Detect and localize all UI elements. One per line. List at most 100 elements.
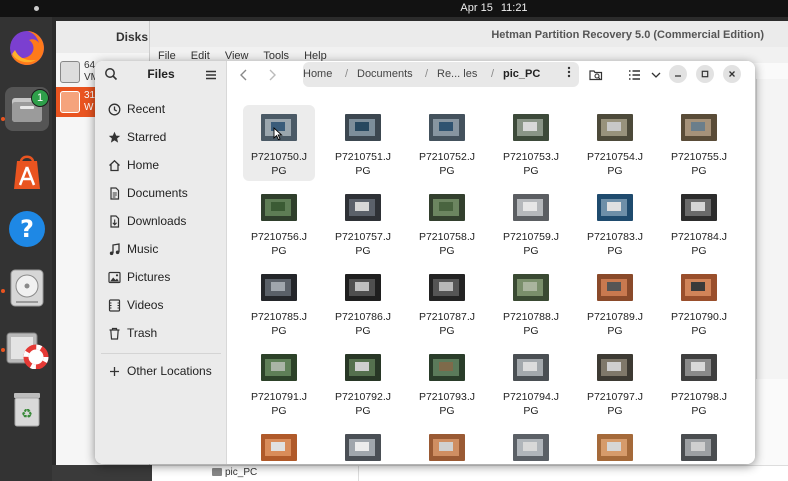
file-name: P7210794.J PG: [495, 390, 567, 418]
file-item[interactable]: [495, 425, 567, 464]
path-home[interactable]: Home: [303, 68, 332, 80]
file-item[interactable]: P7210789.J PG: [579, 265, 651, 341]
file-item[interactable]: P7210754.J PG: [579, 105, 651, 181]
file-name-line: PG: [439, 325, 455, 337]
file-item[interactable]: P7210792.J PG: [327, 345, 399, 421]
file-name-line: P7210754.J: [586, 151, 644, 163]
music-icon: [109, 242, 120, 255]
main-menu-button[interactable]: [205, 68, 217, 86]
dock-firefox[interactable]: [5, 26, 49, 70]
file-item[interactable]: P7210791.J PG: [243, 345, 315, 421]
path-menu-button[interactable]: [567, 66, 571, 81]
forward-button[interactable]: [263, 66, 281, 84]
image-thumbnail: [429, 114, 465, 141]
sidebar-item-recent[interactable]: Recent: [107, 99, 223, 119]
thumbnail-detail: [523, 442, 537, 451]
file-item[interactable]: P7210756.J PG: [243, 185, 315, 261]
file-item[interactable]: P7210783.J PG: [579, 185, 651, 261]
path-current-pic-pc[interactable]: pic_PC: [503, 68, 540, 80]
thumbnail-detail: [355, 362, 369, 371]
file-name: P7210751.J PG: [327, 150, 399, 178]
image-thumbnail: [429, 194, 465, 221]
sidebar-item-downloads[interactable]: Downloads: [107, 211, 223, 231]
sidebar-item-pictures[interactable]: Pictures: [107, 267, 223, 287]
image-thumbnail: [513, 354, 549, 381]
dock-help[interactable]: ?: [5, 207, 49, 251]
sidebar-item-music[interactable]: Music: [107, 239, 223, 259]
sidebar-item-starred[interactable]: Starred: [107, 127, 223, 147]
file-item[interactable]: P7210752.J PG: [411, 105, 483, 181]
file-item[interactable]: P7210785.J PG: [243, 265, 315, 341]
file-item[interactable]: P7210790.J PG: [663, 265, 735, 341]
file-item[interactable]: P7210784.J PG: [663, 185, 735, 261]
file-item[interactable]: P7210794.J PG: [495, 345, 567, 421]
file-item[interactable]: [579, 425, 651, 464]
clock[interactable]: Apr 15 11:21: [0, 2, 788, 14]
file-item[interactable]: P7210750.J PG: [243, 105, 315, 181]
file-name: P7210784.J PG: [663, 230, 735, 258]
view-options-button[interactable]: [647, 66, 665, 84]
view-list-button[interactable]: [625, 66, 643, 84]
file-name-line: PG: [607, 405, 623, 417]
image-thumbnail: [429, 434, 465, 461]
sidebar-item-videos[interactable]: Videos: [107, 295, 223, 315]
file-item[interactable]: [411, 425, 483, 464]
file-item[interactable]: P7210759.J PG: [495, 185, 567, 261]
file-name: P7210797.J PG: [579, 390, 651, 418]
search-folder-button[interactable]: [587, 66, 605, 84]
dock-hetman-recovery[interactable]: [5, 327, 49, 371]
sidebar-item-trash[interactable]: Trash: [107, 323, 223, 343]
path-recovered-files[interactable]: Re... les: [437, 68, 477, 80]
back-button[interactable]: [235, 66, 253, 84]
file-item[interactable]: P7210758.J PG: [411, 185, 483, 261]
file-name-line: PG: [439, 165, 455, 177]
usb-drive-icon: [60, 91, 80, 113]
plus-icon: [109, 366, 119, 376]
file-item[interactable]: P7210788.J PG: [495, 265, 567, 341]
sidebar-item-other-locations[interactable]: Other Locations: [107, 361, 223, 381]
file-item[interactable]: [663, 425, 735, 464]
dock-trash[interactable]: ♻: [5, 387, 49, 431]
dock-app-center[interactable]: [5, 150, 49, 194]
image-thumbnail: [261, 194, 297, 221]
file-item[interactable]: P7210751.J PG: [327, 105, 399, 181]
sidebar-item-home[interactable]: Home: [107, 155, 223, 175]
close-button[interactable]: [723, 65, 741, 83]
sidebar-item-label: Trash: [127, 326, 158, 340]
dock-disks[interactable]: [5, 266, 49, 310]
file-item[interactable]: P7210753.J PG: [495, 105, 567, 181]
file-name: P7210756.J PG: [243, 230, 315, 258]
file-name-line: P7210755.J: [670, 151, 728, 163]
sidebar-item-documents[interactable]: Documents: [107, 183, 223, 203]
image-thumbnail: [597, 274, 633, 301]
minimize-button[interactable]: [669, 65, 687, 83]
file-name-line: P7210750.J: [250, 151, 308, 163]
path-separator: /: [491, 68, 495, 80]
path-documents[interactable]: Documents: [357, 68, 413, 80]
file-item[interactable]: P7210797.J PG: [579, 345, 651, 421]
dock-files[interactable]: 1: [5, 87, 49, 131]
file-name-line: PG: [271, 245, 287, 257]
pane-divider: [358, 466, 359, 481]
maximize-button[interactable]: [696, 65, 714, 83]
file-item[interactable]: P7210755.J PG: [663, 105, 735, 181]
sidebar-item-label: Starred: [127, 130, 167, 144]
file-item[interactable]: P7210757.J PG: [327, 185, 399, 261]
file-name-line: P7210798.J: [670, 391, 728, 403]
file-item[interactable]: P7210786.J PG: [327, 265, 399, 341]
file-name-line: P7210751.J: [334, 151, 392, 163]
path-separator: /: [345, 68, 349, 80]
folder-search-icon: [589, 70, 603, 81]
mouse-cursor-icon: [273, 127, 283, 141]
file-item[interactable]: P7210787.J PG: [411, 265, 483, 341]
hetman-recovery-icon: [6, 332, 49, 369]
file-item[interactable]: [243, 425, 315, 464]
thumbnail-detail: [607, 122, 621, 131]
image-thumbnail: [345, 434, 381, 461]
file-name: P7210789.J PG: [579, 310, 651, 338]
file-item[interactable]: P7210793.J PG: [411, 345, 483, 421]
file-item[interactable]: [327, 425, 399, 464]
file-item[interactable]: P7210798.J PG: [663, 345, 735, 421]
lower-folder-item[interactable]: pic_PC: [212, 467, 257, 478]
image-thumbnail: [513, 434, 549, 461]
